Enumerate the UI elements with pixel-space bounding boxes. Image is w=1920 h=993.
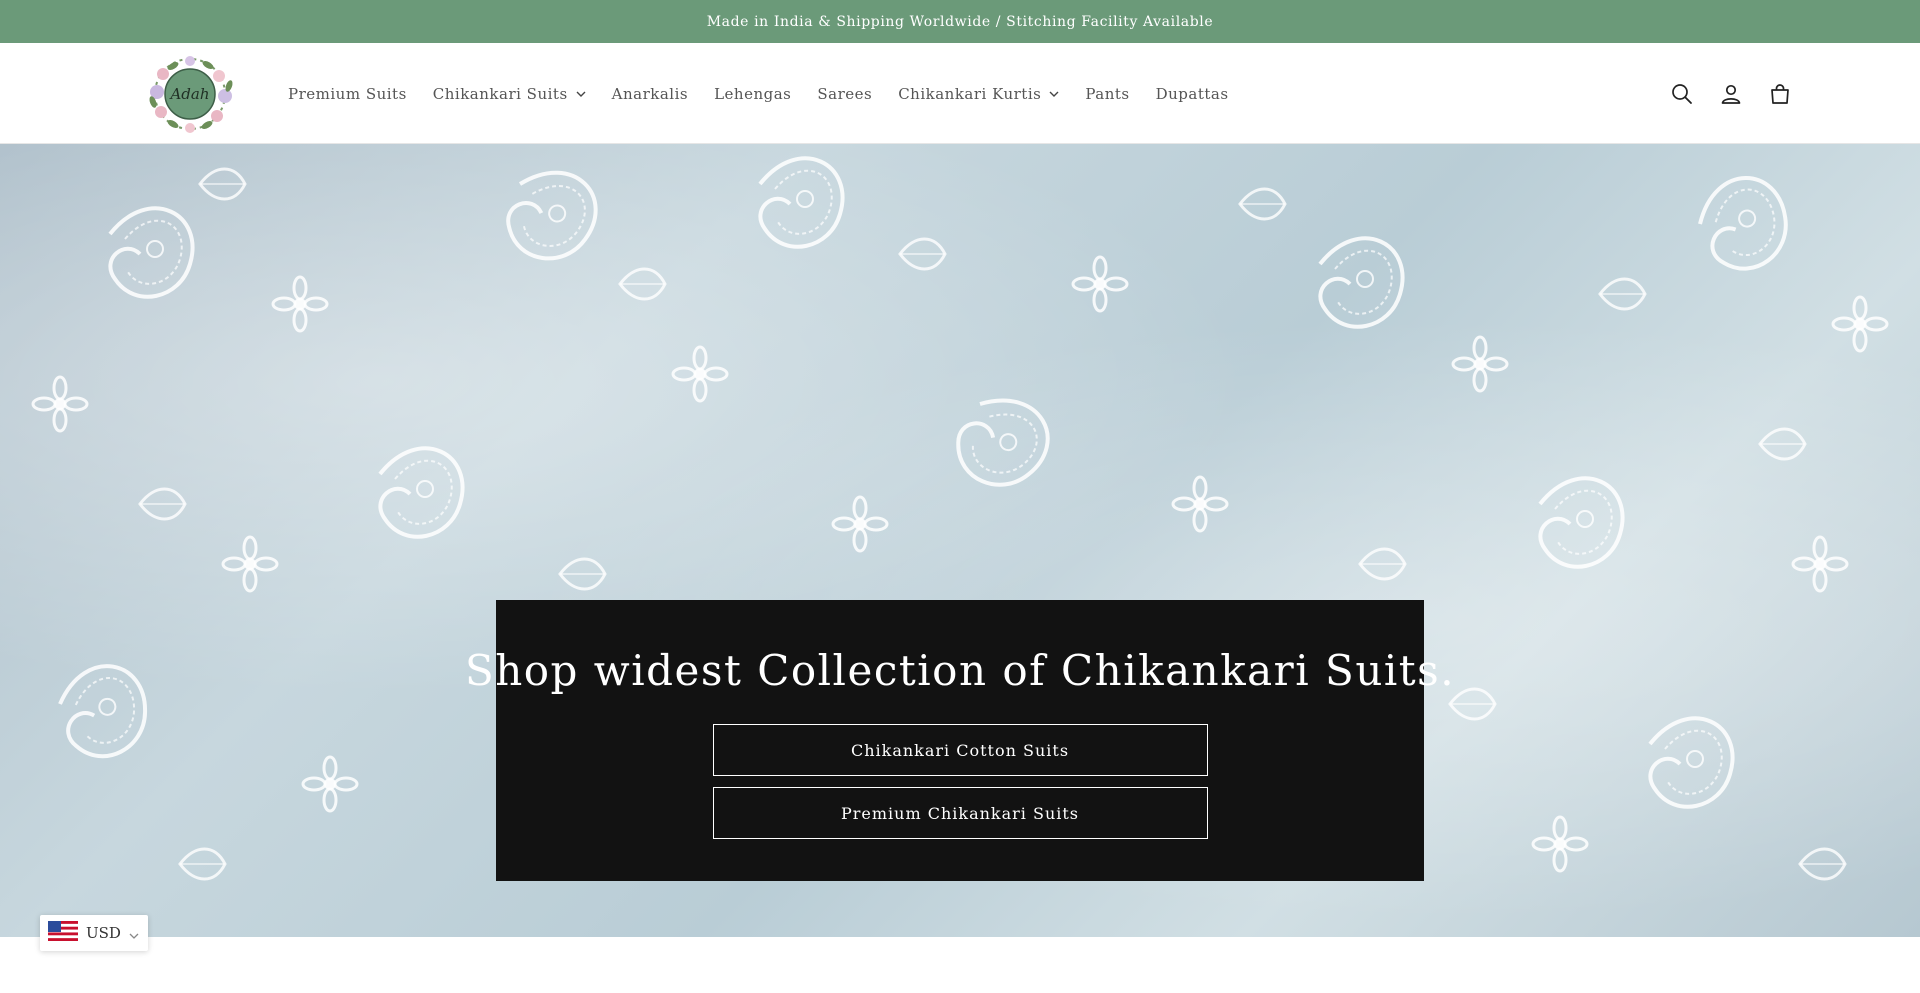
- chevron-down-icon: [1049, 91, 1059, 97]
- header-icons: [1668, 43, 1794, 144]
- announcement-bar: Made in India & Shipping Worldwide / Sti…: [0, 0, 1920, 43]
- nav-anarkalis[interactable]: Anarkalis: [599, 85, 701, 103]
- nav-pants[interactable]: Pants: [1072, 85, 1142, 103]
- hero-title: Shop widest Collection of Chikankari Sui…: [464, 646, 1456, 695]
- site-header: Adah Premium Suits Chikankari Suits Anar…: [0, 43, 1920, 144]
- chevron-down-icon: [576, 91, 586, 97]
- nav-lehengas[interactable]: Lehengas: [701, 85, 804, 103]
- logo-text: Adah: [170, 85, 210, 103]
- nav-sarees[interactable]: Sarees: [804, 85, 885, 103]
- store-logo[interactable]: Adah: [133, 52, 247, 136]
- nav-label: Dupattas: [1155, 84, 1229, 103]
- nav-label: Chikankari Kurtis: [898, 84, 1042, 103]
- announcement-text: Made in India & Shipping Worldwide / Sti…: [706, 13, 1214, 30]
- us-flag-icon: [48, 921, 78, 945]
- nav-label: Anarkalis: [611, 84, 689, 103]
- chikankari-cotton-suits-button[interactable]: Chikankari Cotton Suits: [712, 724, 1208, 776]
- nav-label: Pants: [1085, 84, 1130, 103]
- currency-selector[interactable]: USD: [40, 915, 148, 951]
- account-icon[interactable]: [1717, 80, 1745, 108]
- currency-code: USD: [86, 924, 121, 942]
- nav-dupattas[interactable]: Dupattas: [1143, 85, 1242, 103]
- hero-banner: Shop widest Collection of Chikankari Sui…: [0, 144, 1920, 937]
- hero-text-box: Shop widest Collection of Chikankari Sui…: [465, 600, 1454, 881]
- nav-chikankari-suits[interactable]: Chikankari Suits: [420, 85, 599, 103]
- search-icon[interactable]: [1668, 80, 1696, 108]
- nav-label: Sarees: [817, 84, 873, 103]
- main-nav: Premium Suits Chikankari Suits Anarkalis…: [275, 43, 1242, 144]
- nav-label: Chikankari Suits: [432, 84, 568, 103]
- nav-label: Premium Suits: [288, 84, 407, 103]
- chevron-down-icon: [129, 924, 139, 943]
- cart-icon[interactable]: [1766, 80, 1794, 108]
- nav-premium-suits[interactable]: Premium Suits: [275, 85, 420, 103]
- premium-chikankari-suits-button[interactable]: Premium Chikankari Suits: [712, 787, 1208, 839]
- nav-chikankari-kurtis[interactable]: Chikankari Kurtis: [885, 85, 1072, 103]
- nav-label: Lehengas: [714, 84, 792, 103]
